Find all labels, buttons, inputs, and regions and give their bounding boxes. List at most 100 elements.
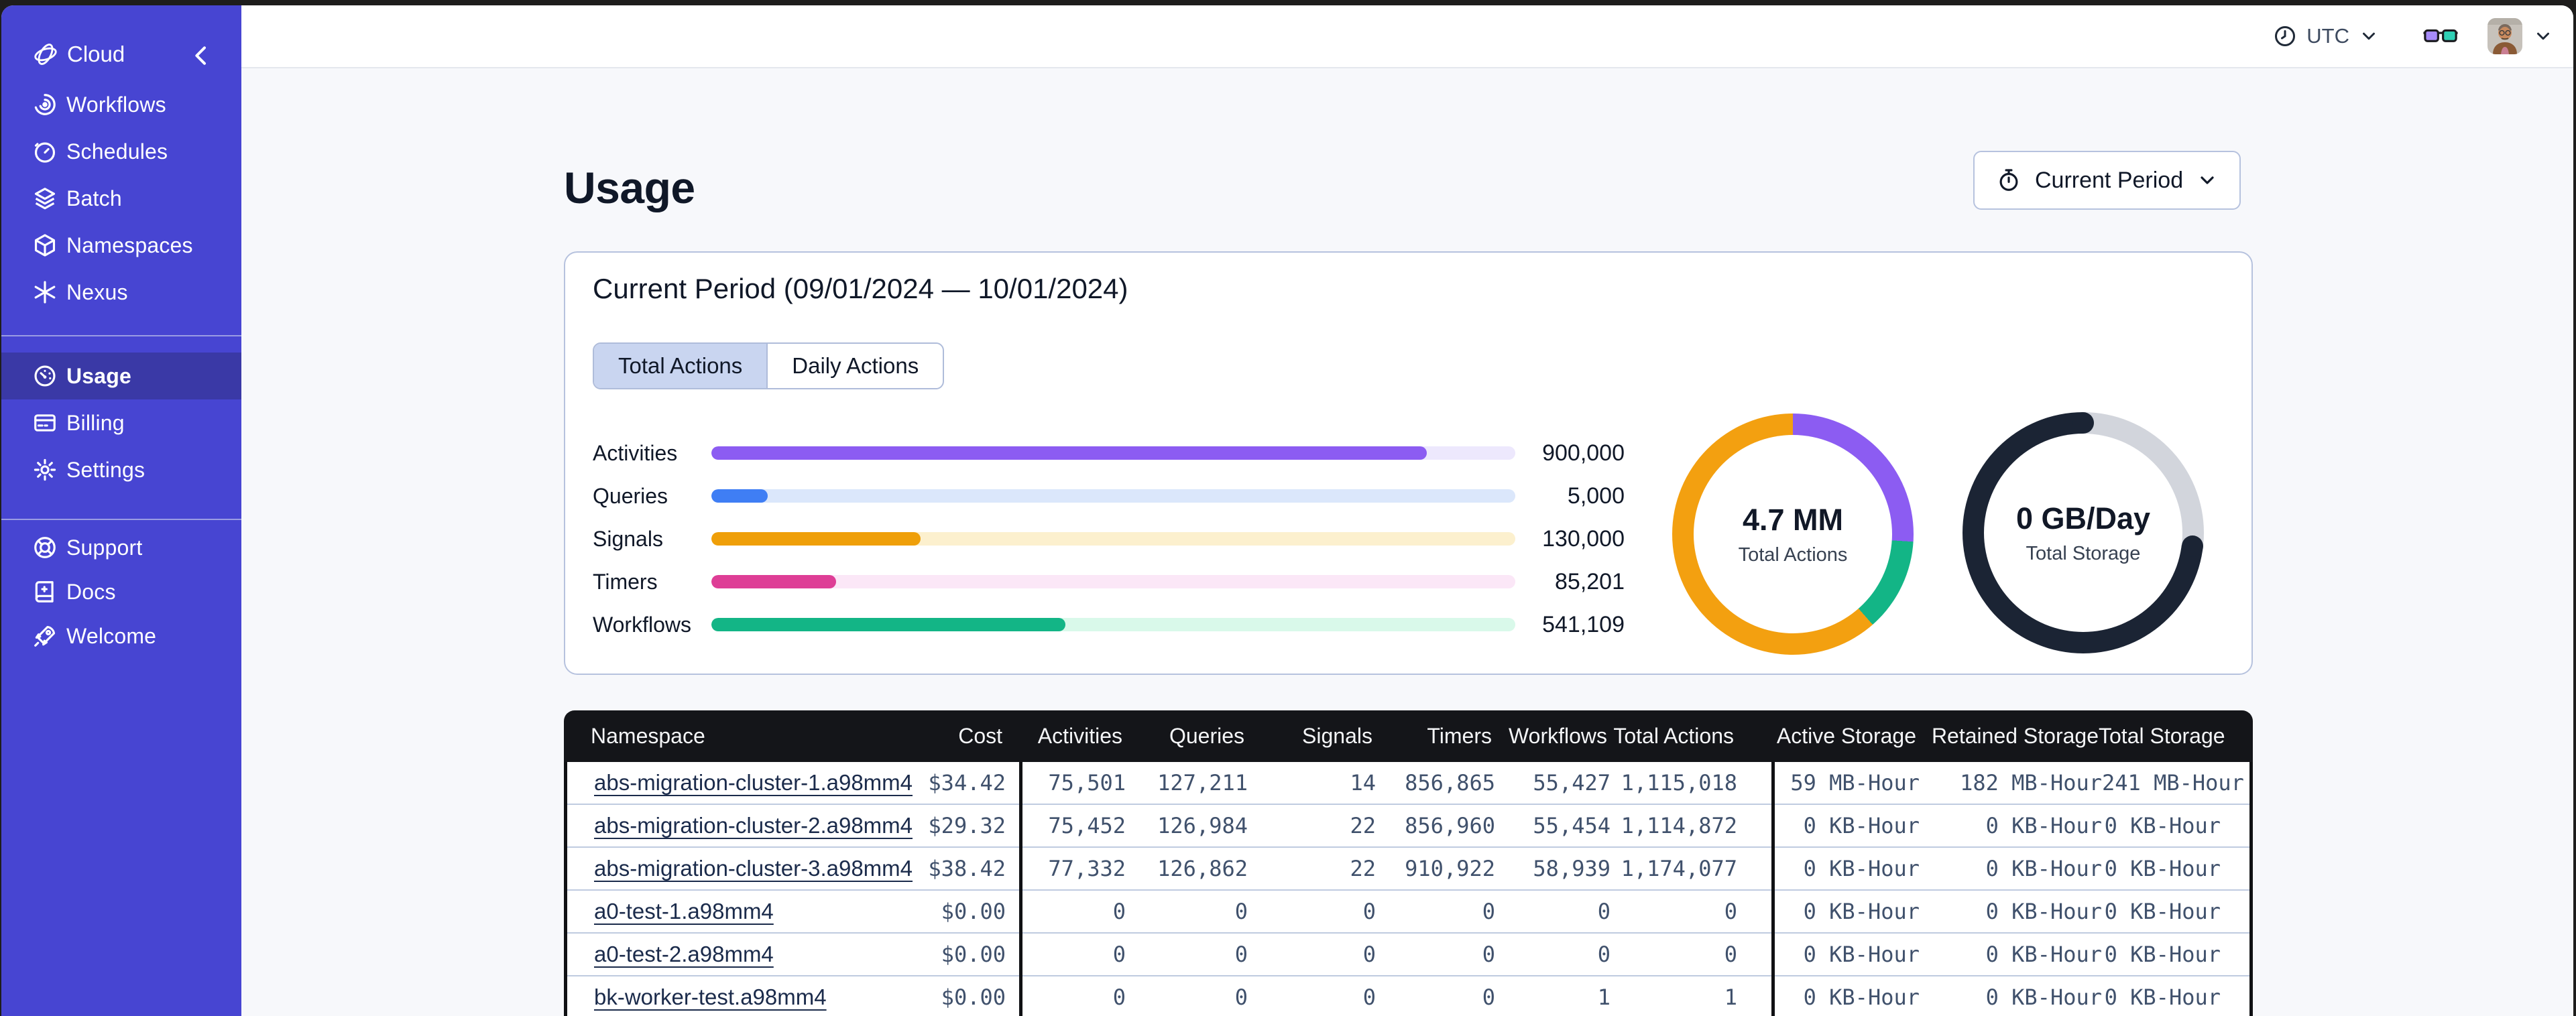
cell-queries: 0 [1234,942,1248,967]
namespace-link[interactable]: abs-migration-cluster-1.a98mm4 [567,770,913,796]
namespaces-cube-icon [32,233,58,258]
bar-track [711,489,1515,503]
donut-label: Total Actions [1738,544,1848,566]
bar-label: Activities [593,440,678,465]
sidebar-item-namespaces[interactable]: Namespaces [1,222,241,269]
cell-workflows: 0 [1597,942,1611,967]
bar-track [711,446,1515,460]
cell-timers: 0 [1482,985,1495,1010]
bar-row-activities: Activities 900,000 [593,432,1625,474]
cell-queries: 126,862 [1157,856,1248,881]
donut-value: 0 GB/Day [2015,501,2151,535]
bar-value: 5,000 [1567,483,1625,509]
chevron-down-icon [2533,26,2553,46]
cell-timers: 856,865 [1405,770,1495,796]
bar-fill [711,489,768,503]
table-section-divider [1771,762,1775,1016]
cell-signals: 0 [1362,985,1376,1010]
sidebar-item-nexus[interactable]: Nexus [1,269,241,316]
sidebar-item-label: Settings [66,457,145,482]
column-header: Retained Storage [1931,724,2099,748]
bar-label: Timers [593,569,658,594]
glasses-icon [2422,24,2459,48]
usage-summary-card: Current Period (09/01/2024 — 10/01/2024)… [564,251,2253,675]
cell-total_storage: 0 KB-Hour [2104,813,2221,838]
table-body: abs-migration-cluster-1.a98mm4 $34.42 75,5… [564,762,2253,1016]
namespace-link[interactable]: a0-test-1.a98mm4 [567,899,876,924]
namespace-link[interactable]: bk-worker-test.a98mm4 [567,985,876,1010]
bar-row-queries: Queries 5,000 [593,474,1625,517]
sidebar-main-nav: Workflows Schedules Batch Namespaces Nex… [1,81,241,316]
sidebar-item-usage[interactable]: Usage [1,353,241,399]
cell-activities: 77,332 [1048,856,1126,881]
user-menu[interactable] [2487,18,2553,54]
cell-total_actions: 1 [1724,985,1737,1010]
usage-gauge-icon [32,363,58,389]
cell-signals: 0 [1362,942,1376,967]
namespace-link[interactable]: abs-migration-cluster-2.a98mm4 [567,813,913,838]
actions-bar-chart: Activities 900,000 Queries 5,000 Signals… [593,432,1625,646]
bar-row-signals: Signals 130,000 [593,517,1625,560]
namespace-usage-table: Namespace Cost Activities Queries Signals Tim… [564,710,2253,1016]
cell-retained_storage: 0 KB-Hour [1985,985,2102,1010]
tab-total-actions[interactable]: Total Actions [594,344,767,388]
cell-total_actions: 1,115,018 [1621,770,1737,796]
sidebar-item-label: Billing [66,410,125,435]
table-row: a0-test-1.a98mm4 $0.00 0 0 0 0 0 0 0 KB-Hour 0 KB… [567,891,2249,934]
batch-layers-icon [32,186,58,211]
timezone-selector[interactable]: UTC [2273,24,2379,48]
cell-timers: 0 [1482,899,1495,924]
nerd-glasses-button[interactable] [2422,24,2459,48]
sidebar-item-batch[interactable]: Batch [1,175,241,222]
cell-active_storage: 0 KB-Hour [1803,942,1920,967]
cell-total_storage: 0 KB-Hour [2104,899,2221,924]
app-window: Cloud Workflows Schedules Batch Namespac… [1,5,2573,1016]
sidebar-item-label: Nexus [66,279,128,304]
sidebar-item-label: Usage [66,363,132,388]
cell-workflows: 55,454 [1533,813,1611,838]
cell-signals: 22 [1350,813,1376,838]
cell-active_storage: 0 KB-Hour [1803,985,1920,1010]
bar-value: 900,000 [1542,440,1625,466]
stopwatch-icon [1996,168,2022,193]
chevron-down-icon [2359,26,2379,46]
bar-fill [711,446,1427,460]
namespace-link[interactable]: a0-test-2.a98mm4 [567,942,876,967]
card-title: Current Period (09/01/2024 — 10/01/2024) [593,273,1128,304]
tab-daily-actions[interactable]: Daily Actions [766,344,943,388]
bar-label: Workflows [593,612,691,637]
sidebar-item-support[interactable]: Support [1,525,241,570]
sidebar-divider [1,519,241,520]
cell-retained_storage: 182 MB-Hour [1960,770,2102,796]
cell-retained_storage: 0 KB-Hour [1985,813,2102,838]
cell-timers: 910,922 [1405,856,1495,881]
cell-active_storage: 0 KB-Hour [1803,899,1920,924]
column-header: Namespace [591,724,705,748]
sidebar-item-settings[interactable]: Settings [1,446,241,493]
timezone-label: UTC [2306,24,2349,48]
main-content: Usage Current Period Current Period (09/… [241,68,2573,1016]
sidebar-item-billing[interactable]: Billing [1,399,241,446]
column-header: Activities [1037,724,1122,748]
docs-book-icon [32,579,58,605]
cell-active_storage: 0 KB-Hour [1803,813,1920,838]
sidebar-item-label: Workflows [66,92,166,117]
cell-total_storage: 0 KB-Hour [2104,856,2221,881]
bar-value: 130,000 [1542,525,1625,552]
cell-total_actions: 0 [1724,942,1737,967]
cell-retained_storage: 0 KB-Hour [1985,899,2102,924]
cell-total_storage: 241 MB-Hour [2102,770,2244,796]
cell-queries: 126,984 [1157,813,1248,838]
collapse-sidebar-icon[interactable] [188,42,215,69]
sidebar-item-welcome[interactable]: Welcome [1,614,241,658]
column-header: Cost [958,724,1002,748]
sidebar-item-workflows[interactable]: Workflows [1,81,241,128]
clock-icon [2273,24,2297,48]
sidebar-footer-nav: Support Docs Welcome [1,525,241,658]
namespace-link[interactable]: abs-migration-cluster-3.a98mm4 [567,856,913,881]
period-selector-button[interactable]: Current Period [1973,151,2241,210]
bar-label: Signals [593,526,663,551]
sidebar-item-schedules[interactable]: Schedules [1,128,241,175]
cell-total_storage: 0 KB-Hour [2104,985,2221,1010]
sidebar-item-docs[interactable]: Docs [1,570,241,614]
